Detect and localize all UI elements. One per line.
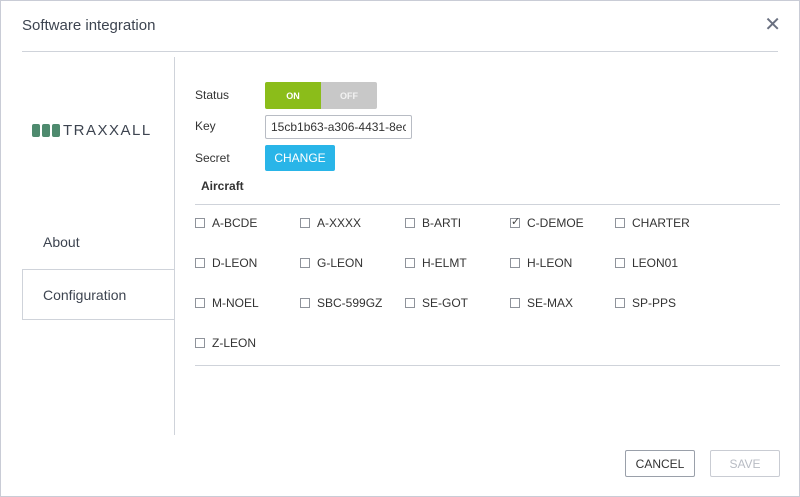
aircraft-label: M-NOEL xyxy=(212,296,259,310)
aircraft-label: A-XXXX xyxy=(317,216,362,230)
aircraft-checkbox-item[interactable]: C-DEMOE xyxy=(510,215,584,230)
aircraft-label: LEON01 xyxy=(632,256,679,270)
checkbox[interactable] xyxy=(300,258,310,268)
save-button: SAVE xyxy=(710,450,780,477)
aircraft-heading: Aircraft xyxy=(201,179,244,193)
change-secret-button[interactable]: CHANGE xyxy=(265,145,335,171)
aircraft-checkbox-item[interactable]: SE-GOT xyxy=(405,296,468,310)
dialog-title: Software integration xyxy=(22,17,156,34)
aircraft-label: SP-PPS xyxy=(632,296,677,310)
checkbox[interactable] xyxy=(405,218,415,228)
aircraft-checkbox-item[interactable]: A-XXXX xyxy=(300,216,361,230)
checkbox[interactable] xyxy=(195,338,205,348)
aircraft-label: CHARTER xyxy=(632,216,690,230)
checkbox[interactable] xyxy=(615,218,625,228)
sidebar-item-about[interactable]: About xyxy=(43,234,80,250)
aircraft-label: SE-GOT xyxy=(422,296,469,310)
checkbox[interactable] xyxy=(300,218,310,228)
checkbox[interactable] xyxy=(510,258,520,268)
aircraft-label: SE-MAX xyxy=(527,296,574,310)
secret-label: Secret xyxy=(195,151,230,165)
aircraft-divider-bottom xyxy=(195,365,780,366)
close-icon[interactable]: ✕ xyxy=(764,15,781,35)
checkbox[interactable] xyxy=(300,298,310,308)
cancel-button[interactable]: CANCEL xyxy=(625,450,695,477)
aircraft-checkbox-item[interactable]: SE-MAX xyxy=(510,296,573,310)
aircraft-checkbox-item[interactable]: D-LEON xyxy=(195,256,257,270)
aircraft-label: C-DEMOE xyxy=(527,216,584,230)
aircraft-label: Z-LEON xyxy=(212,336,257,350)
aircraft-checkbox-item[interactable]: SP-PPS xyxy=(615,296,676,310)
checkbox[interactable] xyxy=(195,258,205,268)
aircraft-checkbox-item[interactable]: LEON01 xyxy=(615,256,678,270)
checkbox[interactable] xyxy=(195,298,205,308)
aircraft-checkbox-item[interactable]: M-NOEL xyxy=(195,296,259,310)
checkbox[interactable] xyxy=(405,258,415,268)
aircraft-checkbox-item[interactable]: CHARTER xyxy=(615,216,690,230)
aircraft-checkbox-item[interactable]: H-ELMT xyxy=(405,256,467,270)
aircraft-label: G-LEON xyxy=(317,256,364,270)
key-input[interactable] xyxy=(265,115,412,139)
status-label: Status xyxy=(195,88,230,102)
logo-mark xyxy=(32,124,60,137)
sidebar-item-configuration[interactable]: Configuration xyxy=(22,269,175,320)
toggle-on-button[interactable]: ON xyxy=(265,82,321,109)
traxxall-logo: TRAXXALL xyxy=(32,122,152,139)
integration-dialog: Software integration ✕ TRAXXALL About Co… xyxy=(0,0,800,497)
aircraft-checkbox-item[interactable]: Z-LEON xyxy=(195,336,256,350)
key-label: Key xyxy=(195,119,216,133)
sidebar-divider xyxy=(174,57,175,435)
aircraft-label: H-LEON xyxy=(527,256,573,270)
toggle-off-button[interactable]: OFF xyxy=(321,82,377,109)
aircraft-divider-top xyxy=(195,204,780,205)
aircraft-checkbox-item[interactable]: G-LEON xyxy=(300,256,363,270)
checkbox[interactable] xyxy=(510,215,520,228)
checkbox[interactable] xyxy=(615,298,625,308)
aircraft-checkbox-item[interactable]: A-BCDE xyxy=(195,216,257,230)
logo-text: TRAXXALL xyxy=(63,122,152,139)
aircraft-checkbox-item[interactable]: H-LEON xyxy=(510,256,572,270)
aircraft-checkbox-item[interactable]: SBC-599GZ xyxy=(300,296,382,310)
checkbox[interactable] xyxy=(615,258,625,268)
aircraft-label: SBC-599GZ xyxy=(317,296,383,310)
aircraft-label: A-BCDE xyxy=(212,216,258,230)
aircraft-label: D-LEON xyxy=(212,256,258,270)
checkbox[interactable] xyxy=(405,298,415,308)
aircraft-checkbox-item[interactable]: B-ARTI xyxy=(405,216,461,230)
title-divider xyxy=(22,51,778,52)
aircraft-label: B-ARTI xyxy=(422,216,462,230)
checkbox[interactable] xyxy=(510,298,520,308)
aircraft-label: H-ELMT xyxy=(422,256,467,270)
status-toggle[interactable]: ON OFF xyxy=(265,82,377,109)
checkbox[interactable] xyxy=(195,218,205,228)
sidebar-item-label: Configuration xyxy=(43,287,127,303)
